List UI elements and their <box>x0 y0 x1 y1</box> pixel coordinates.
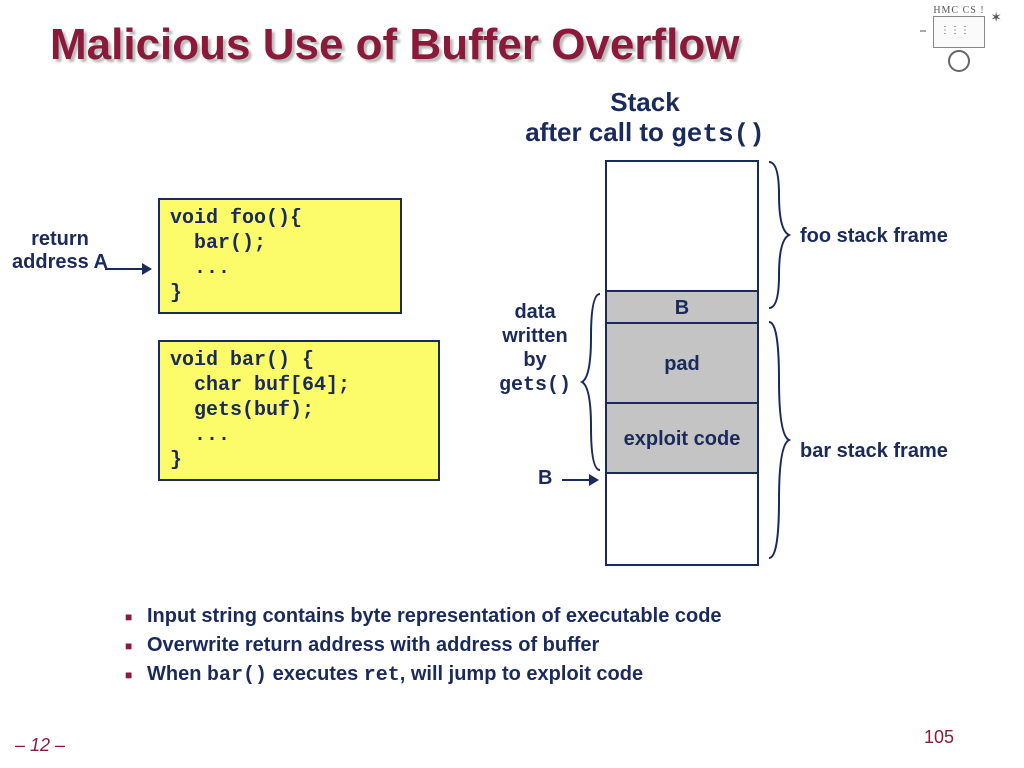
data-label-2: written <box>502 325 568 347</box>
return-address-label: return address A <box>10 228 110 274</box>
stack-title: Stack after call to gets() <box>480 88 810 150</box>
stack-diagram: B pad exploit code <box>605 160 759 566</box>
foo-frame-label: foo stack frame <box>800 225 948 248</box>
logo-wheel-icon <box>948 50 970 72</box>
b-arrow-label: B <box>538 467 552 490</box>
brace-bar-icon <box>765 320 793 560</box>
stack-cell-blank <box>607 472 757 564</box>
slide-title: Malicious Use of Buffer Overflow <box>50 20 739 70</box>
bullet-3: When bar() executes ret, will jump to ex… <box>125 663 722 687</box>
page-number-right: 105 <box>924 727 954 748</box>
stack-cell-b: B <box>607 290 757 324</box>
stack-cell-exploit: exploit code <box>607 402 757 474</box>
bullet-1: Input string contains byte representatio… <box>125 605 722 628</box>
data-label-3: by <box>523 349 546 371</box>
data-label-4: gets() <box>499 374 571 397</box>
stack-title-line2b: gets() <box>671 119 765 149</box>
logo-body-icon: ⋮⋮⋮ ✶ ⎯ <box>933 16 985 48</box>
b-arrow-icon <box>562 479 597 481</box>
bullet-list: Input string contains byte representatio… <box>85 605 722 693</box>
return-arrow-icon <box>105 268 150 270</box>
stack-cell-pad: pad <box>607 322 757 404</box>
stack-title-line1: Stack <box>610 87 679 117</box>
code-block-bar: void bar() { char buf[64]; gets(buf); ..… <box>158 340 440 481</box>
logo-robot: HMC CS ! ⋮⋮⋮ ✶ ⎯ <box>909 5 1009 90</box>
bullet-2: Overwrite return address with address of… <box>125 634 722 657</box>
data-written-label: data written by gets() <box>480 300 590 398</box>
stack-title-line2a: after call to <box>525 117 671 147</box>
code-block-foo: void foo(){ bar(); ... } <box>158 198 402 314</box>
bar-frame-label: bar stack frame <box>800 440 948 463</box>
page-number-left: – 12 – <box>15 735 65 756</box>
brace-foo-icon <box>765 160 793 310</box>
data-label-1: data <box>514 301 555 323</box>
